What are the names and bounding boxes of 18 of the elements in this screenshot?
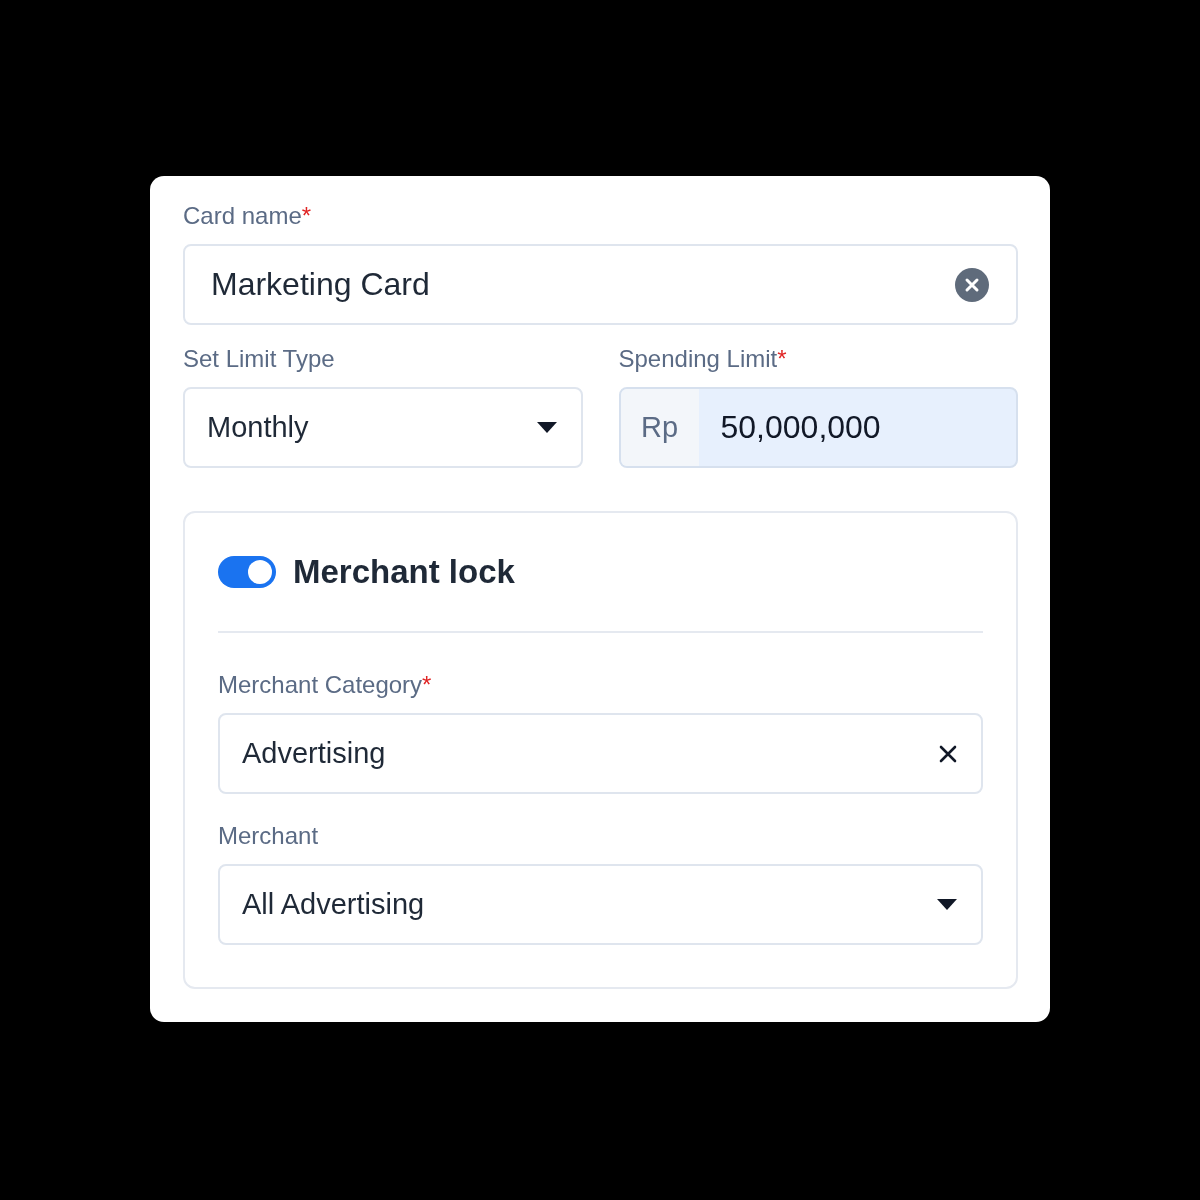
- limit-type-select[interactable]: Monthly: [183, 387, 583, 468]
- clear-icon[interactable]: [954, 266, 990, 303]
- toggle-switch[interactable]: [218, 556, 276, 588]
- panel-title: Merchant lock: [293, 553, 515, 591]
- field-label: Merchant Category*: [218, 671, 433, 699]
- field-label: Card name*: [183, 202, 313, 230]
- merchant-select[interactable]: All Advertising: [218, 864, 983, 945]
- field-label: Set Limit Type: [183, 345, 336, 373]
- card-name-field[interactable]: Marketing Card: [183, 244, 1018, 325]
- field-label: Spending Limit*: [618, 345, 788, 373]
- caret-icon: [536, 421, 557, 434]
- amount-input[interactable]: 50,000,000: [698, 409, 881, 446]
- currency-prefix: Rp: [620, 389, 699, 466]
- spending-limit-field[interactable]: Rp 50,000,000: [618, 387, 1018, 468]
- field-label: Merchant: [218, 822, 320, 850]
- caret-icon: [937, 898, 957, 911]
- merchant-category-field[interactable]: Advertising: [218, 713, 983, 794]
- close-icon[interactable]: [939, 744, 957, 763]
